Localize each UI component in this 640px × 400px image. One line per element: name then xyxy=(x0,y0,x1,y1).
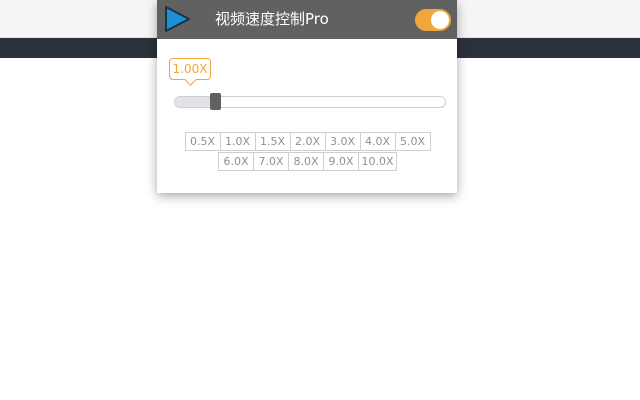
preset-button[interactable]: 3.0X xyxy=(324,132,361,151)
speed-control-popup: 视频速度控制Pro 1.00X 0.5X 1.0X 1.5X 2.0X 3.0X 4.0X… xyxy=(157,0,457,193)
speed-presets: 0.5X 1.0X 1.5X 2.0X 3.0X 4.0X 5.0X 6.0X 7.0X 8.0X… xyxy=(174,132,440,172)
speed-slider-handle[interactable] xyxy=(209,93,221,110)
preset-button[interactable]: 1.0X xyxy=(219,132,256,151)
toggle-knob xyxy=(431,11,449,29)
preset-button[interactable]: 5.0X xyxy=(394,132,431,151)
popup-header: 视频速度控制Pro xyxy=(157,0,457,39)
preset-button[interactable]: 1.5X xyxy=(254,132,291,151)
preset-button[interactable]: 7.0X xyxy=(253,152,289,171)
preset-button[interactable]: 10.0X xyxy=(358,152,397,171)
preset-button[interactable]: 2.0X xyxy=(289,132,326,151)
preset-button[interactable]: 0.5X xyxy=(184,132,221,151)
play-logo-icon xyxy=(165,6,190,32)
preset-button[interactable]: 6.0X xyxy=(218,152,254,171)
preset-button[interactable]: 4.0X xyxy=(359,132,396,151)
popup-title: 视频速度控制Pro xyxy=(215,10,329,28)
speed-value-tooltip: 1.00X xyxy=(169,58,211,86)
enable-toggle[interactable] xyxy=(415,9,451,31)
preset-button[interactable]: 9.0X xyxy=(323,152,359,171)
preset-button[interactable]: 8.0X xyxy=(288,152,324,171)
